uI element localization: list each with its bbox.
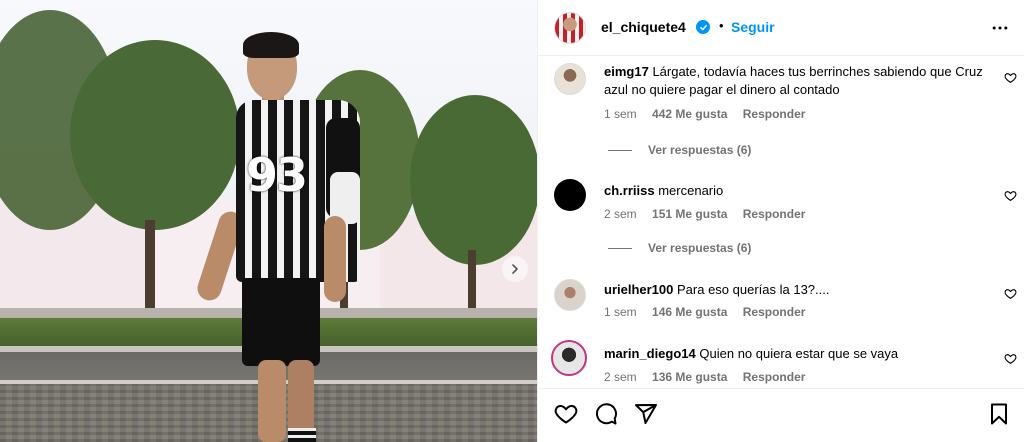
commenter-avatar[interactable] [554,63,586,95]
comment-time[interactable]: 1 sem [604,107,637,121]
heart-icon[interactable] [1004,352,1017,365]
person-leg [258,360,286,442]
heart-icon[interactable] [1004,189,1017,202]
reply-button[interactable]: Responder [743,305,806,319]
comment-time[interactable]: 2 sem [604,370,637,384]
photo-tree [70,40,240,230]
author-username[interactable]: el_chiquete4 [601,19,686,35]
person-arm [324,216,346,302]
next-photo-button[interactable] [502,256,528,282]
share-icon [635,404,657,424]
post-header: el_chiquete4 • Seguir [538,0,1024,56]
post-side-panel: el_chiquete4 • Seguir eimg17 Lárgate, to… [537,0,1024,442]
comment-likes[interactable]: 136 Me gusta [652,370,727,384]
comment-text: mercenario [658,183,724,198]
comment-username[interactable]: urielher100 [604,282,673,297]
heart-icon[interactable] [1004,287,1017,300]
person-sock [288,428,316,442]
author-avatar[interactable] [554,12,586,44]
save-button[interactable] [987,402,1011,426]
comment-likes[interactable]: 151 Me gusta [652,207,727,221]
comment-text: Quien no quiera estar que se vaya [699,346,899,361]
replies-divider [608,247,632,249]
comment-text-block: ch.rriiss mercenario [604,182,984,200]
comment-username[interactable]: marin_diego14 [604,346,696,361]
comment-text: Para eso querías la 13?.... [677,282,830,297]
jersey-number: 93 [246,148,308,202]
comment-meta: 2 sem 151 Me gusta Responder [604,207,817,221]
chevron-right-icon [512,264,518,274]
bookmark-icon [991,403,1007,425]
comment-time[interactable]: 1 sem [604,305,637,319]
instagram-post-view: 93 el_chiquete4 • Seguir eimg17 Lárgate,… [0,0,1024,442]
commenter-avatar[interactable] [554,279,586,311]
comment-text: Lárgate, todavía haces tus berrinches sa… [604,64,983,97]
comment-icon [596,403,617,425]
reply-button[interactable]: Responder [743,370,806,384]
like-button[interactable] [554,402,578,426]
view-replies-label: Ver respuestas (6) [648,241,752,255]
commenter-avatar[interactable] [554,179,586,211]
comment-time[interactable]: 2 sem [604,207,637,221]
person-shorts [242,278,320,366]
heart-icon[interactable] [1004,71,1017,84]
comment-meta: 1 sem 442 Me gusta Responder [604,107,817,121]
follow-button[interactable]: Seguir [731,19,775,35]
view-replies-button[interactable]: Ver respuestas (6) [608,143,751,157]
comment-username[interactable]: eimg17 [604,64,649,79]
comment-button[interactable] [594,402,618,426]
comment-username[interactable]: ch.rriiss [604,183,655,198]
verified-badge-icon [696,20,710,34]
post-photo[interactable]: 93 [0,0,537,442]
comments-list[interactable]: eimg17 Lárgate, todavía haces tus berrin… [538,57,1024,387]
person-hair [243,32,299,58]
view-replies-button[interactable]: Ver respuestas (6) [608,241,751,255]
post-actions-bar [538,388,1024,442]
photo-tree [410,95,537,265]
replies-divider [608,149,632,151]
comment-text-block: eimg17 Lárgate, todavía haces tus berrin… [604,63,984,99]
header-separator: • [719,18,724,33]
reply-button[interactable]: Responder [743,107,806,121]
comment-meta: 1 sem 146 Me gusta Responder [604,305,817,319]
comment-meta: 2 sem 136 Me gusta Responder [604,370,817,384]
more-horizontal-icon [992,26,1008,30]
more-options-button[interactable] [988,16,1012,40]
share-button[interactable] [634,402,658,426]
comment-text-block: urielher100 Para eso querías la 13?.... [604,281,984,299]
heart-icon [554,405,578,424]
comment-likes[interactable]: 442 Me gusta [652,107,727,121]
comment-text-block: marin_diego14 Quien no quiera estar que … [604,345,984,363]
comment-likes[interactable]: 146 Me gusta [652,305,727,319]
commenter-avatar-story[interactable] [551,340,587,376]
reply-button[interactable]: Responder [743,207,806,221]
view-replies-label: Ver respuestas (6) [648,143,752,157]
